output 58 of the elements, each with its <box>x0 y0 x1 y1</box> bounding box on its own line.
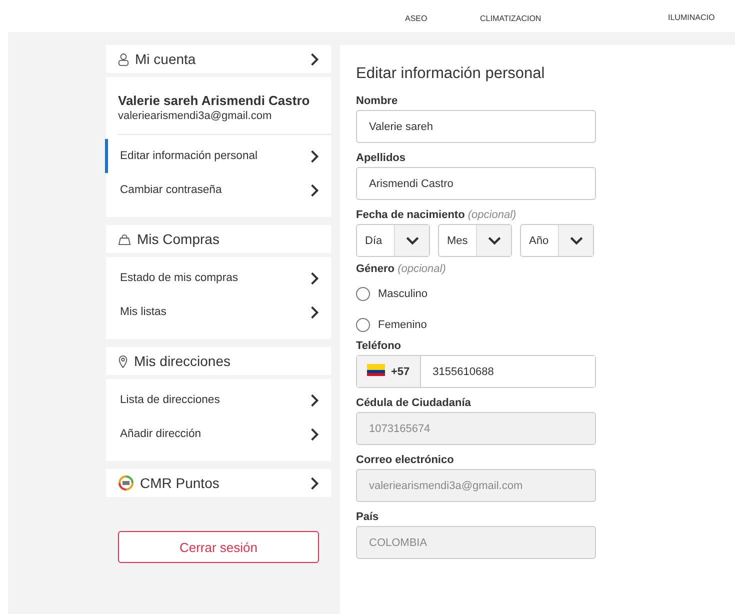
dropdown[interactable]: Día <box>356 224 430 257</box>
radio-button[interactable] <box>356 286 370 300</box>
menu-item[interactable]: Cambiar contraseña <box>105 173 331 207</box>
points-logo-icon <box>118 475 134 491</box>
menu-item[interactable]: Añadir dirección <box>105 417 331 451</box>
country-code-select[interactable]: +57 <box>357 356 421 387</box>
chevron-icon <box>310 476 319 490</box>
caret-icon <box>558 225 593 256</box>
chevron-icon <box>310 150 319 162</box>
chevron-icon <box>310 394 319 406</box>
field-label: Fecha de nacimiento (opcional) <box>356 209 518 221</box>
chevron-icon <box>310 272 319 284</box>
field-label: Cédula de Ciudadanía <box>356 397 472 409</box>
section-header[interactable]: Mis direcciones <box>106 347 331 375</box>
logout-button[interactable]: Cerrar sesión <box>118 531 319 563</box>
phone-field[interactable]: +57 3155610688 <box>356 355 596 388</box>
field-label: País <box>356 511 380 523</box>
flag-icon <box>367 364 385 379</box>
bag-icon <box>118 234 131 244</box>
category-link[interactable]: ASEO <box>405 14 480 32</box>
chevron-icon <box>310 428 319 440</box>
caret-icon <box>394 225 429 256</box>
input-field[interactable]: Arismendi Castro <box>356 167 596 200</box>
section-title: Mis direcciones <box>134 353 232 369</box>
input-field[interactable]: Valerie sareh <box>356 110 596 143</box>
section-header[interactable]: Mi cuenta <box>106 45 331 73</box>
field-label: Género (opcional) <box>356 263 447 275</box>
radio-label: Masculino <box>378 288 428 300</box>
chevron-icon <box>310 184 319 196</box>
menu-item[interactable]: Mis listas <box>105 295 331 329</box>
section-header[interactable]: CMR Puntos <box>106 469 331 497</box>
field-label: Teléfono <box>356 340 402 352</box>
radio-label: Femenino <box>378 318 427 330</box>
user-email: valeriearismendi3a@gmail.com <box>117 110 273 124</box>
section-header[interactable]: Mis Compras <box>106 225 331 253</box>
section-title: Mis Compras <box>137 231 220 247</box>
user-icon <box>118 52 129 66</box>
menu-item[interactable]: Estado de mis compras <box>105 261 331 295</box>
category-link[interactable]: ILUMINACIO <box>668 13 715 32</box>
caret-icon <box>476 225 511 256</box>
category-link[interactable]: CLIMATIZACION <box>480 14 668 32</box>
field-label: Nombre <box>356 95 399 107</box>
field-label: Correo electrónico <box>356 454 455 466</box>
chevron-icon <box>310 52 319 66</box>
section-title: Mi cuenta <box>135 51 197 67</box>
user-name: Valerie sareh Arismendi Castro <box>117 92 311 110</box>
radio-button[interactable] <box>356 318 370 332</box>
section-title: CMR Puntos <box>140 475 220 491</box>
form-title: Editar información personal <box>356 65 546 83</box>
radio-option[interactable]: Femenino <box>356 309 427 340</box>
field-label: Apellidos <box>356 152 407 164</box>
location-pin-icon <box>118 354 128 368</box>
chevron-icon <box>310 306 319 318</box>
menu-item[interactable]: Editar información personal <box>105 139 331 173</box>
radio-option[interactable]: Masculino <box>356 278 428 309</box>
dropdown[interactable]: Año <box>520 224 594 257</box>
dropdown[interactable]: Mes <box>438 224 512 257</box>
menu-item[interactable]: Lista de direcciones <box>105 383 331 417</box>
